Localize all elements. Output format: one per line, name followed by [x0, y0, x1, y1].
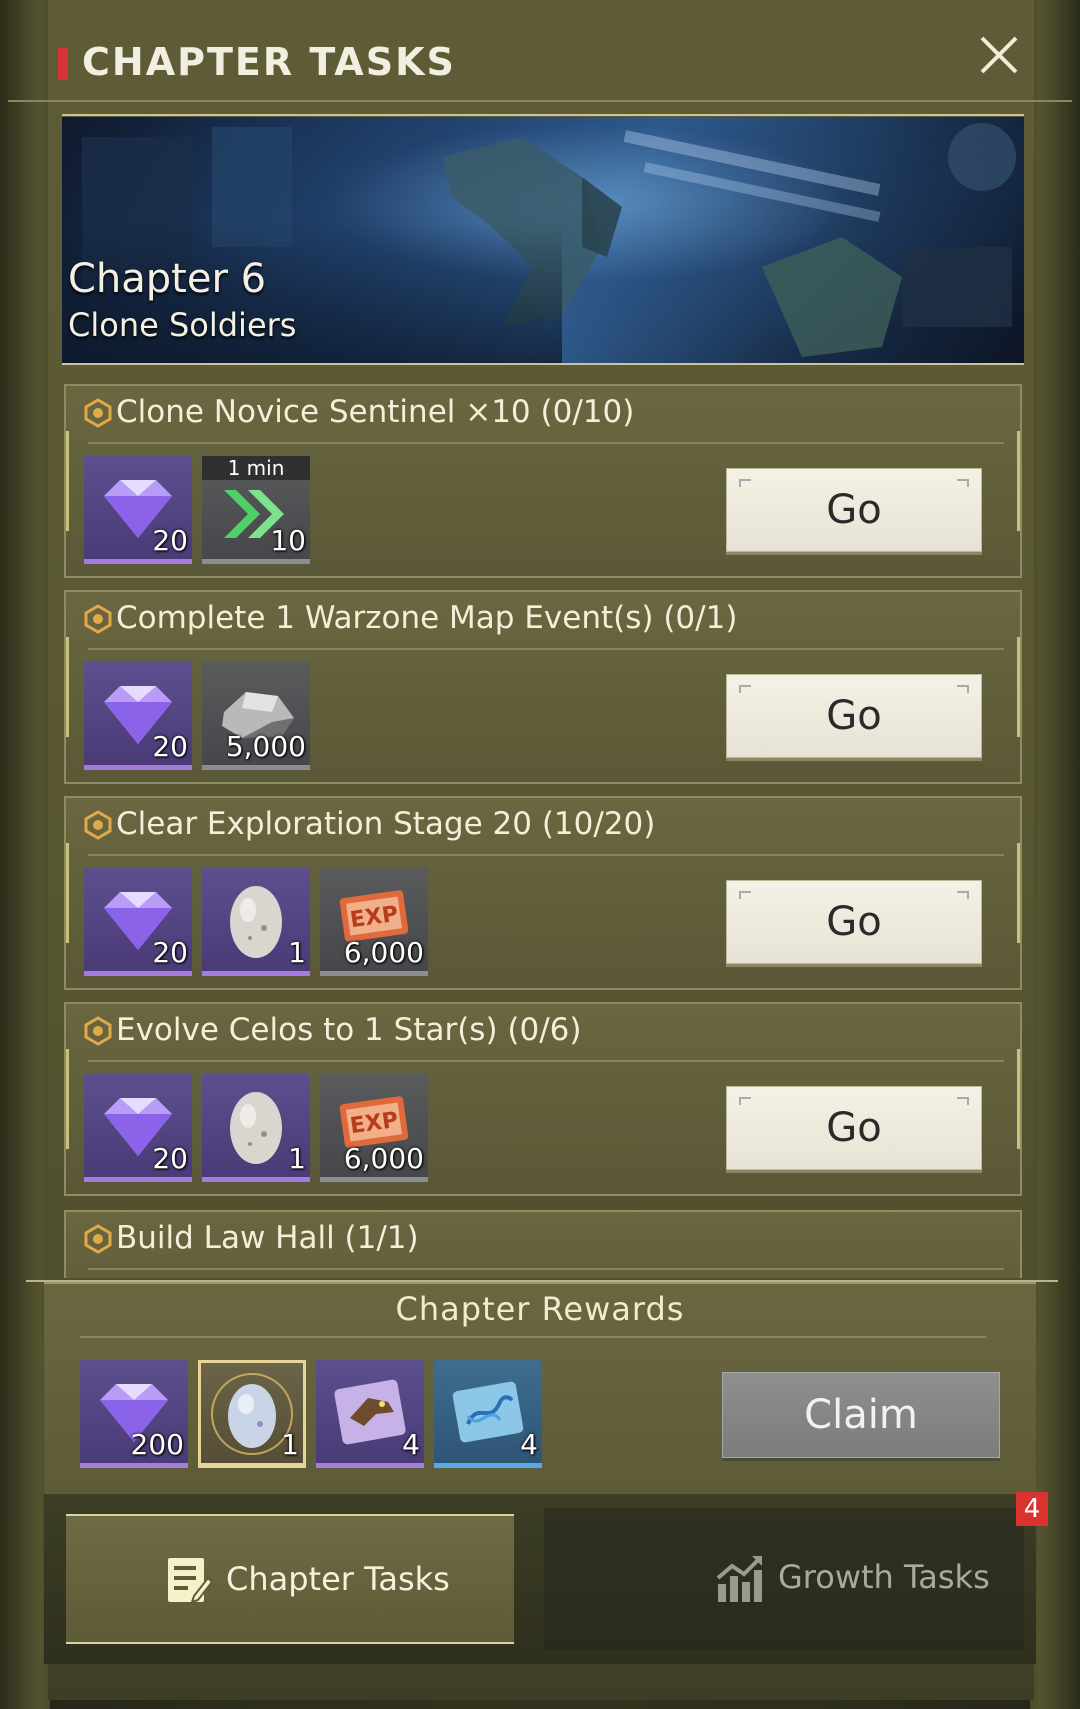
growth-chart-icon: [716, 1556, 762, 1602]
chapter-name: Clone Soldiers: [68, 306, 297, 344]
task-title: Clone Novice Sentinel ×10 (0/10): [116, 394, 635, 430]
task-title: Complete 1 Warzone Map Event(s) (0/1): [116, 600, 738, 636]
task-title: Clear Exploration Stage 20 (10/20): [116, 806, 656, 842]
chapter-rewards-panel: Chapter Rewards 200 1 4 4 Claim: [44, 1282, 1036, 1496]
reward-item-egg[interactable]: 1: [202, 1074, 310, 1182]
task-card: Clone Novice Sentinel ×10 (0/10) 20 1 mi…: [64, 384, 1022, 578]
reward-item-diamond[interactable]: 20: [84, 868, 192, 976]
reward-item-golden-egg[interactable]: 1: [198, 1360, 306, 1468]
bottom-tab-bar: Chapter Tasks Growth Tasks: [44, 1494, 1036, 1664]
notification-badge: 4: [1016, 1492, 1048, 1526]
left-background: [0, 0, 50, 1709]
reward-item-diamond[interactable]: 20: [84, 456, 192, 564]
banner-bottom-line: [62, 363, 1024, 365]
reward-item-egg[interactable]: 1: [202, 868, 310, 976]
tab-label: Growth Tasks: [778, 1558, 990, 1596]
reward-item-dna-card[interactable]: 4: [434, 1360, 542, 1468]
task-card: Evolve Celos to 1 Star(s) (0/6) 20 1 EXP…: [64, 1002, 1022, 1196]
reward-item-diamond[interactable]: 20: [84, 1074, 192, 1182]
reward-item-diamond[interactable]: 200: [80, 1360, 188, 1468]
task-list-icon: [168, 1558, 212, 1604]
reward-item-exp[interactable]: EXP 6,000: [320, 1074, 428, 1182]
close-icon: [980, 36, 1018, 74]
close-button[interactable]: [974, 30, 1024, 80]
page-title: CHAPTER TASKS: [82, 40, 456, 84]
hexagon-bullet-icon: [84, 1224, 112, 1254]
reward-item-exp[interactable]: EXP 6,000: [320, 868, 428, 976]
task-card: Complete 1 Warzone Map Event(s) (0/1) 20…: [64, 590, 1022, 784]
task-card: Clear Exploration Stage 20 (10/20) 20 1 …: [64, 796, 1022, 990]
task-title: Build Law Hall (1/1): [116, 1220, 419, 1256]
reward-item-speedup[interactable]: 1 min 10: [202, 456, 310, 564]
chapter-rewards-title: Chapter Rewards: [395, 1290, 685, 1328]
hexagon-bullet-icon: [84, 1016, 112, 1046]
hexagon-bullet-icon: [84, 398, 112, 428]
go-button[interactable]: Go: [726, 674, 982, 758]
claim-button[interactable]: Claim: [722, 1372, 1000, 1458]
go-button[interactable]: Go: [726, 468, 982, 552]
chapter-number: Chapter 6: [68, 256, 267, 302]
go-button[interactable]: Go: [726, 880, 982, 964]
reward-item-dino-card[interactable]: 4: [316, 1360, 424, 1468]
tab-label: Chapter Tasks: [226, 1560, 450, 1598]
tab-chapter-tasks[interactable]: Chapter Tasks: [66, 1514, 514, 1644]
right-background: [1030, 0, 1080, 1709]
task-card: Build Law Hall (1/1): [64, 1210, 1022, 1278]
reward-item-iron-ore[interactable]: 5,000: [202, 662, 310, 770]
banner-top-line: [62, 114, 1024, 116]
title-accent-bar: [58, 48, 68, 80]
header-divider: [8, 100, 1072, 102]
go-button[interactable]: Go: [726, 1086, 982, 1170]
hexagon-bullet-icon: [84, 604, 112, 634]
tab-growth-tasks[interactable]: Growth Tasks: [544, 1508, 1024, 1650]
reward-item-diamond[interactable]: 20: [84, 662, 192, 770]
task-title: Evolve Celos to 1 Star(s) (0/6): [116, 1012, 582, 1048]
hexagon-bullet-icon: [84, 810, 112, 840]
